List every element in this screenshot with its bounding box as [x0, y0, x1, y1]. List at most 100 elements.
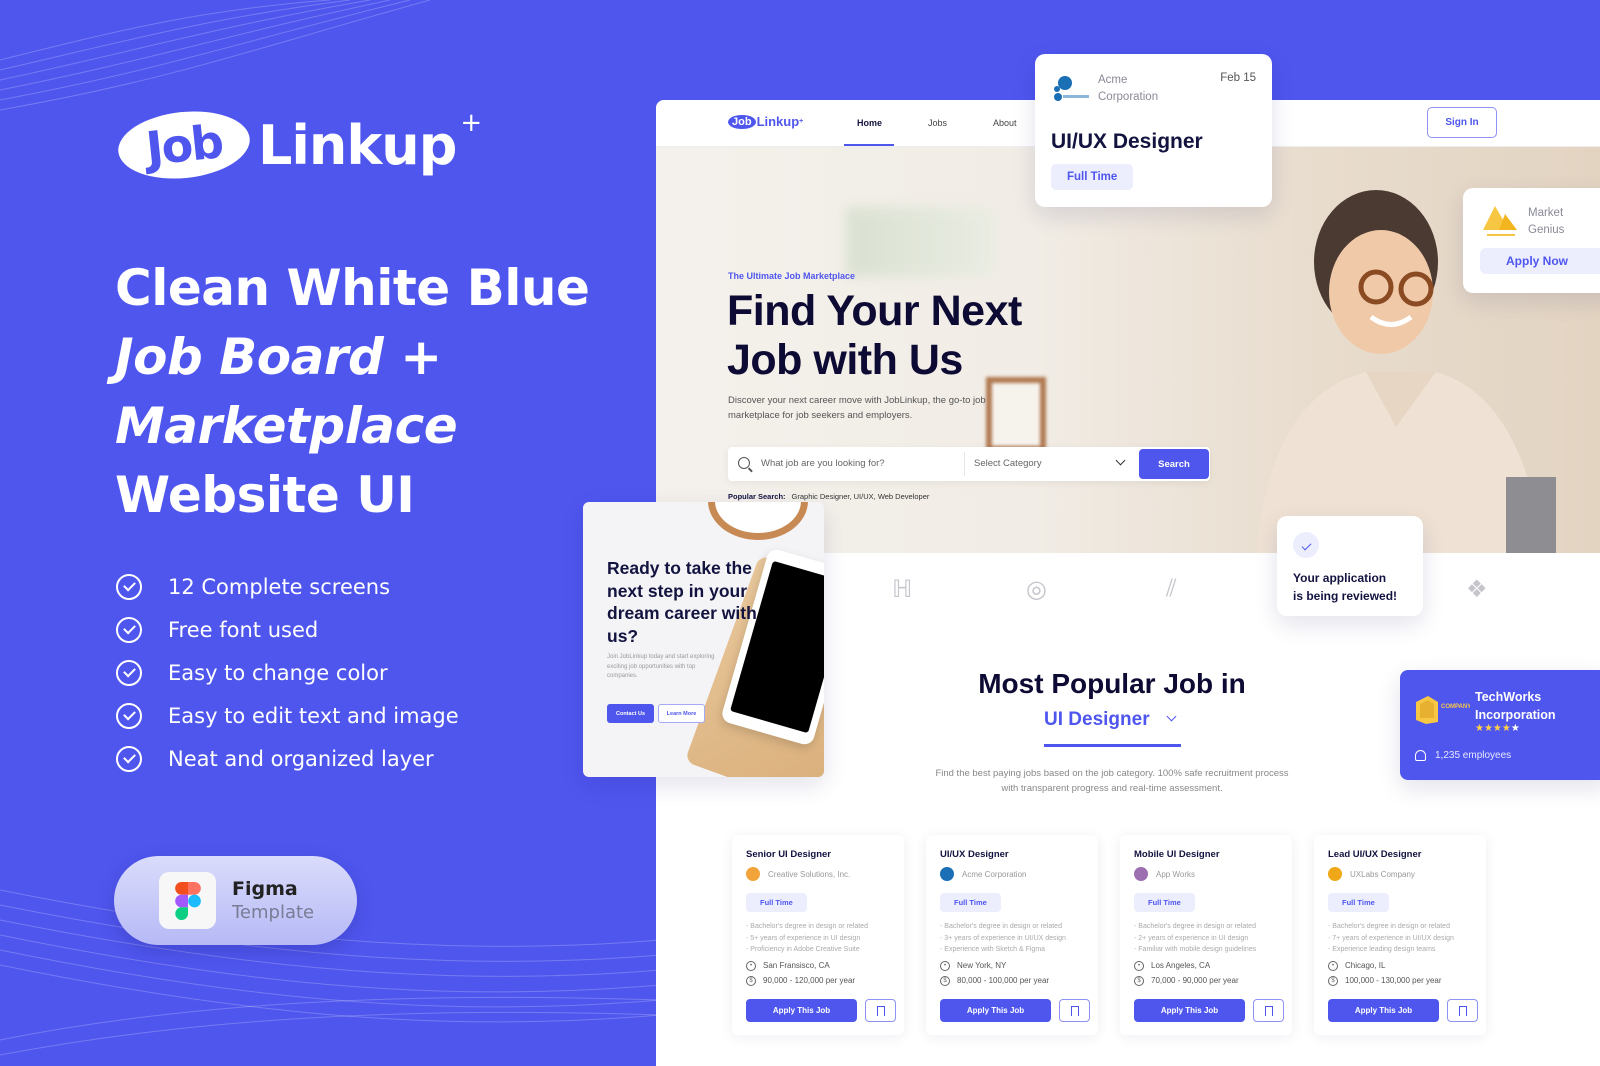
popular-search-links[interactable]: Graphic Designer, UI/UX, Web Developer — [792, 492, 930, 501]
market-genius-logo-icon — [1483, 206, 1517, 236]
location-pin-icon: • — [1328, 960, 1338, 971]
search-divider — [964, 452, 965, 476]
chevron-down-icon[interactable] — [1115, 455, 1126, 466]
floating-company-apply-card[interactable]: Market Genius Apply Now — [1463, 188, 1600, 293]
bookmark-button[interactable] — [1253, 999, 1284, 1022]
check-circle-icon — [116, 702, 142, 729]
hero-section: The Ultimate Job Marketplace Find Your N… — [656, 147, 1600, 553]
apply-job-button[interactable]: Apply This Job — [1328, 999, 1439, 1022]
location-pin-icon: • — [940, 960, 950, 971]
brand-logo-mark: Job — [114, 105, 254, 185]
cta-title: Ready to take the next step in your drea… — [607, 558, 757, 646]
bookmark-icon — [1458, 1005, 1467, 1016]
job-card-list: Senior UI Designer Creative Solutions, In… — [732, 835, 1486, 1035]
job-card[interactable]: Lead UI/UX Designer UXLabs Company Full Ti… — [1314, 835, 1486, 1035]
location-pin-icon: • — [746, 960, 756, 971]
requirement-item: Bachelor's degree in design or related — [1328, 921, 1472, 933]
requirement-item: Bachelor's degree in design or related — [940, 921, 1084, 933]
job-type-badge: Full Time — [1328, 893, 1389, 912]
job-search-bar: What job are you looking for? Select Cat… — [728, 447, 1210, 481]
job-title: UI/UX Designer — [940, 849, 1009, 860]
company-logo-flower-icon: ❖ — [1466, 576, 1488, 603]
job-title: UI/UX Designer — [1051, 130, 1203, 153]
dollar-icon: $ — [1134, 975, 1144, 986]
job-type-badge: Full Time — [746, 893, 807, 912]
nav-home[interactable]: Home — [857, 118, 882, 128]
company-row: App Works — [1134, 867, 1278, 881]
job-location: • Los Angeles, CA — [1134, 960, 1278, 971]
apply-job-button[interactable]: Apply This Job — [1134, 999, 1245, 1022]
contact-us-button[interactable]: Contact Us — [607, 704, 654, 723]
learn-more-button[interactable]: Learn More — [658, 704, 705, 723]
company-logo-h-icon: ℍ — [892, 576, 913, 603]
company-logo-icon — [1328, 867, 1342, 881]
job-search-input[interactable]: What job are you looking for? — [761, 458, 885, 469]
company-row: Acme Corporation — [940, 867, 1084, 881]
check-circle-icon — [116, 616, 142, 643]
job-location: • San Fransisco, CA — [746, 960, 890, 971]
category-underline — [1044, 744, 1181, 747]
hero-background-shelf — [846, 207, 996, 277]
job-salary: $90,000 - 120,000 per year — [746, 975, 890, 986]
feature-item: Easy to change color — [116, 651, 459, 694]
brand-logo-name: Linkup + — [258, 107, 482, 177]
figma-template-badge: Figma Template — [114, 856, 357, 945]
coffee-cup-image — [708, 502, 808, 540]
apply-job-button[interactable]: Apply This Job — [940, 999, 1051, 1022]
category-select[interactable]: Select Category — [974, 458, 1042, 469]
requirement-item: 3+ years of experience in UI/UX design — [940, 933, 1084, 945]
requirement-item: Familiar with mobile design guidelines — [1134, 944, 1278, 956]
job-title: Mobile UI Designer — [1134, 849, 1220, 860]
job-type-badge: Full Time — [1051, 164, 1134, 190]
bookmark-button[interactable] — [1059, 999, 1090, 1022]
job-card[interactable]: Senior UI Designer Creative Solutions, In… — [732, 835, 904, 1035]
sign-in-button[interactable]: Sign In — [1427, 107, 1497, 138]
nav-jobs[interactable]: Jobs — [928, 118, 947, 128]
bookmark-button[interactable] — [865, 999, 896, 1022]
job-card[interactable]: UI/UX Designer Acme Corporation Full Time B… — [926, 835, 1098, 1035]
nav-about[interactable]: About — [993, 118, 1017, 128]
techworks-logo-icon: COMPANY — [1416, 696, 1470, 724]
cta-description: Join JobLinkup today and start exploring… — [607, 654, 715, 679]
user-icon — [1415, 750, 1426, 761]
requirement-item: 5+ years of experience in UI design — [746, 933, 890, 945]
requirement-item: Bachelor's degree in design or related — [1134, 921, 1278, 933]
job-category-dropdown[interactable]: UI Designer — [1044, 709, 1177, 731]
headline-line-1: Clean White Blue — [115, 259, 590, 317]
job-title: Senior UI Designer — [746, 849, 831, 860]
requirements-list: Bachelor's degree in design or related2+… — [1134, 921, 1278, 956]
employee-count: 1,235 employees — [1415, 750, 1511, 761]
check-icon — [1293, 532, 1319, 558]
bookmark-icon — [1264, 1005, 1273, 1016]
company-logo-stripes-icon: ⫽ — [1166, 575, 1177, 602]
requirement-item: Experience with Sketch & Figma — [940, 944, 1084, 956]
figma-logo-icon — [159, 872, 216, 929]
feature-item: Neat and organized layer — [116, 737, 459, 780]
location-pin-icon: • — [1134, 960, 1144, 971]
apply-now-button[interactable]: Apply Now — [1480, 248, 1600, 274]
feature-list: 12 Complete screens Free font used Easy … — [116, 565, 459, 780]
company-logo-circle-icon: ◎ — [1026, 576, 1047, 603]
hero-background-frame — [986, 377, 1046, 452]
company-row: UXLabs Company — [1328, 867, 1472, 881]
chevron-down-icon — [1166, 711, 1177, 722]
requirement-item: Experience leading design teams — [1328, 944, 1472, 956]
floating-job-card[interactable]: Acme Corporation Feb 15 UI/UX Designer Fu… — [1035, 54, 1272, 207]
search-button[interactable]: Search — [1139, 449, 1209, 479]
bookmark-button[interactable] — [1447, 999, 1478, 1022]
hero-tagline: The Ultimate Job Marketplace — [728, 271, 856, 281]
dollar-icon: $ — [1328, 975, 1338, 986]
job-location: • Chicago, IL — [1328, 960, 1472, 971]
requirements-list: Bachelor's degree in design or related5+… — [746, 921, 890, 956]
company-row: Creative Solutions, Inc. — [746, 867, 890, 881]
site-logo[interactable]: Job Linkup + — [728, 114, 803, 129]
company-profile-card[interactable]: COMPANY TechWorks Incorporation ★★★★★ 1,2… — [1400, 670, 1600, 780]
company-name: Market Genius — [1528, 207, 1565, 236]
check-circle-icon — [116, 745, 142, 772]
requirement-item: 7+ years of experience in UI/UX design — [1328, 933, 1472, 945]
badge-title: Figma — [232, 878, 298, 900]
badge-subtitle: Template — [232, 902, 315, 923]
company-logo-icon — [746, 867, 760, 881]
apply-job-button[interactable]: Apply This Job — [746, 999, 857, 1022]
job-card[interactable]: Mobile UI Designer App Works Full Time Bach… — [1120, 835, 1292, 1035]
